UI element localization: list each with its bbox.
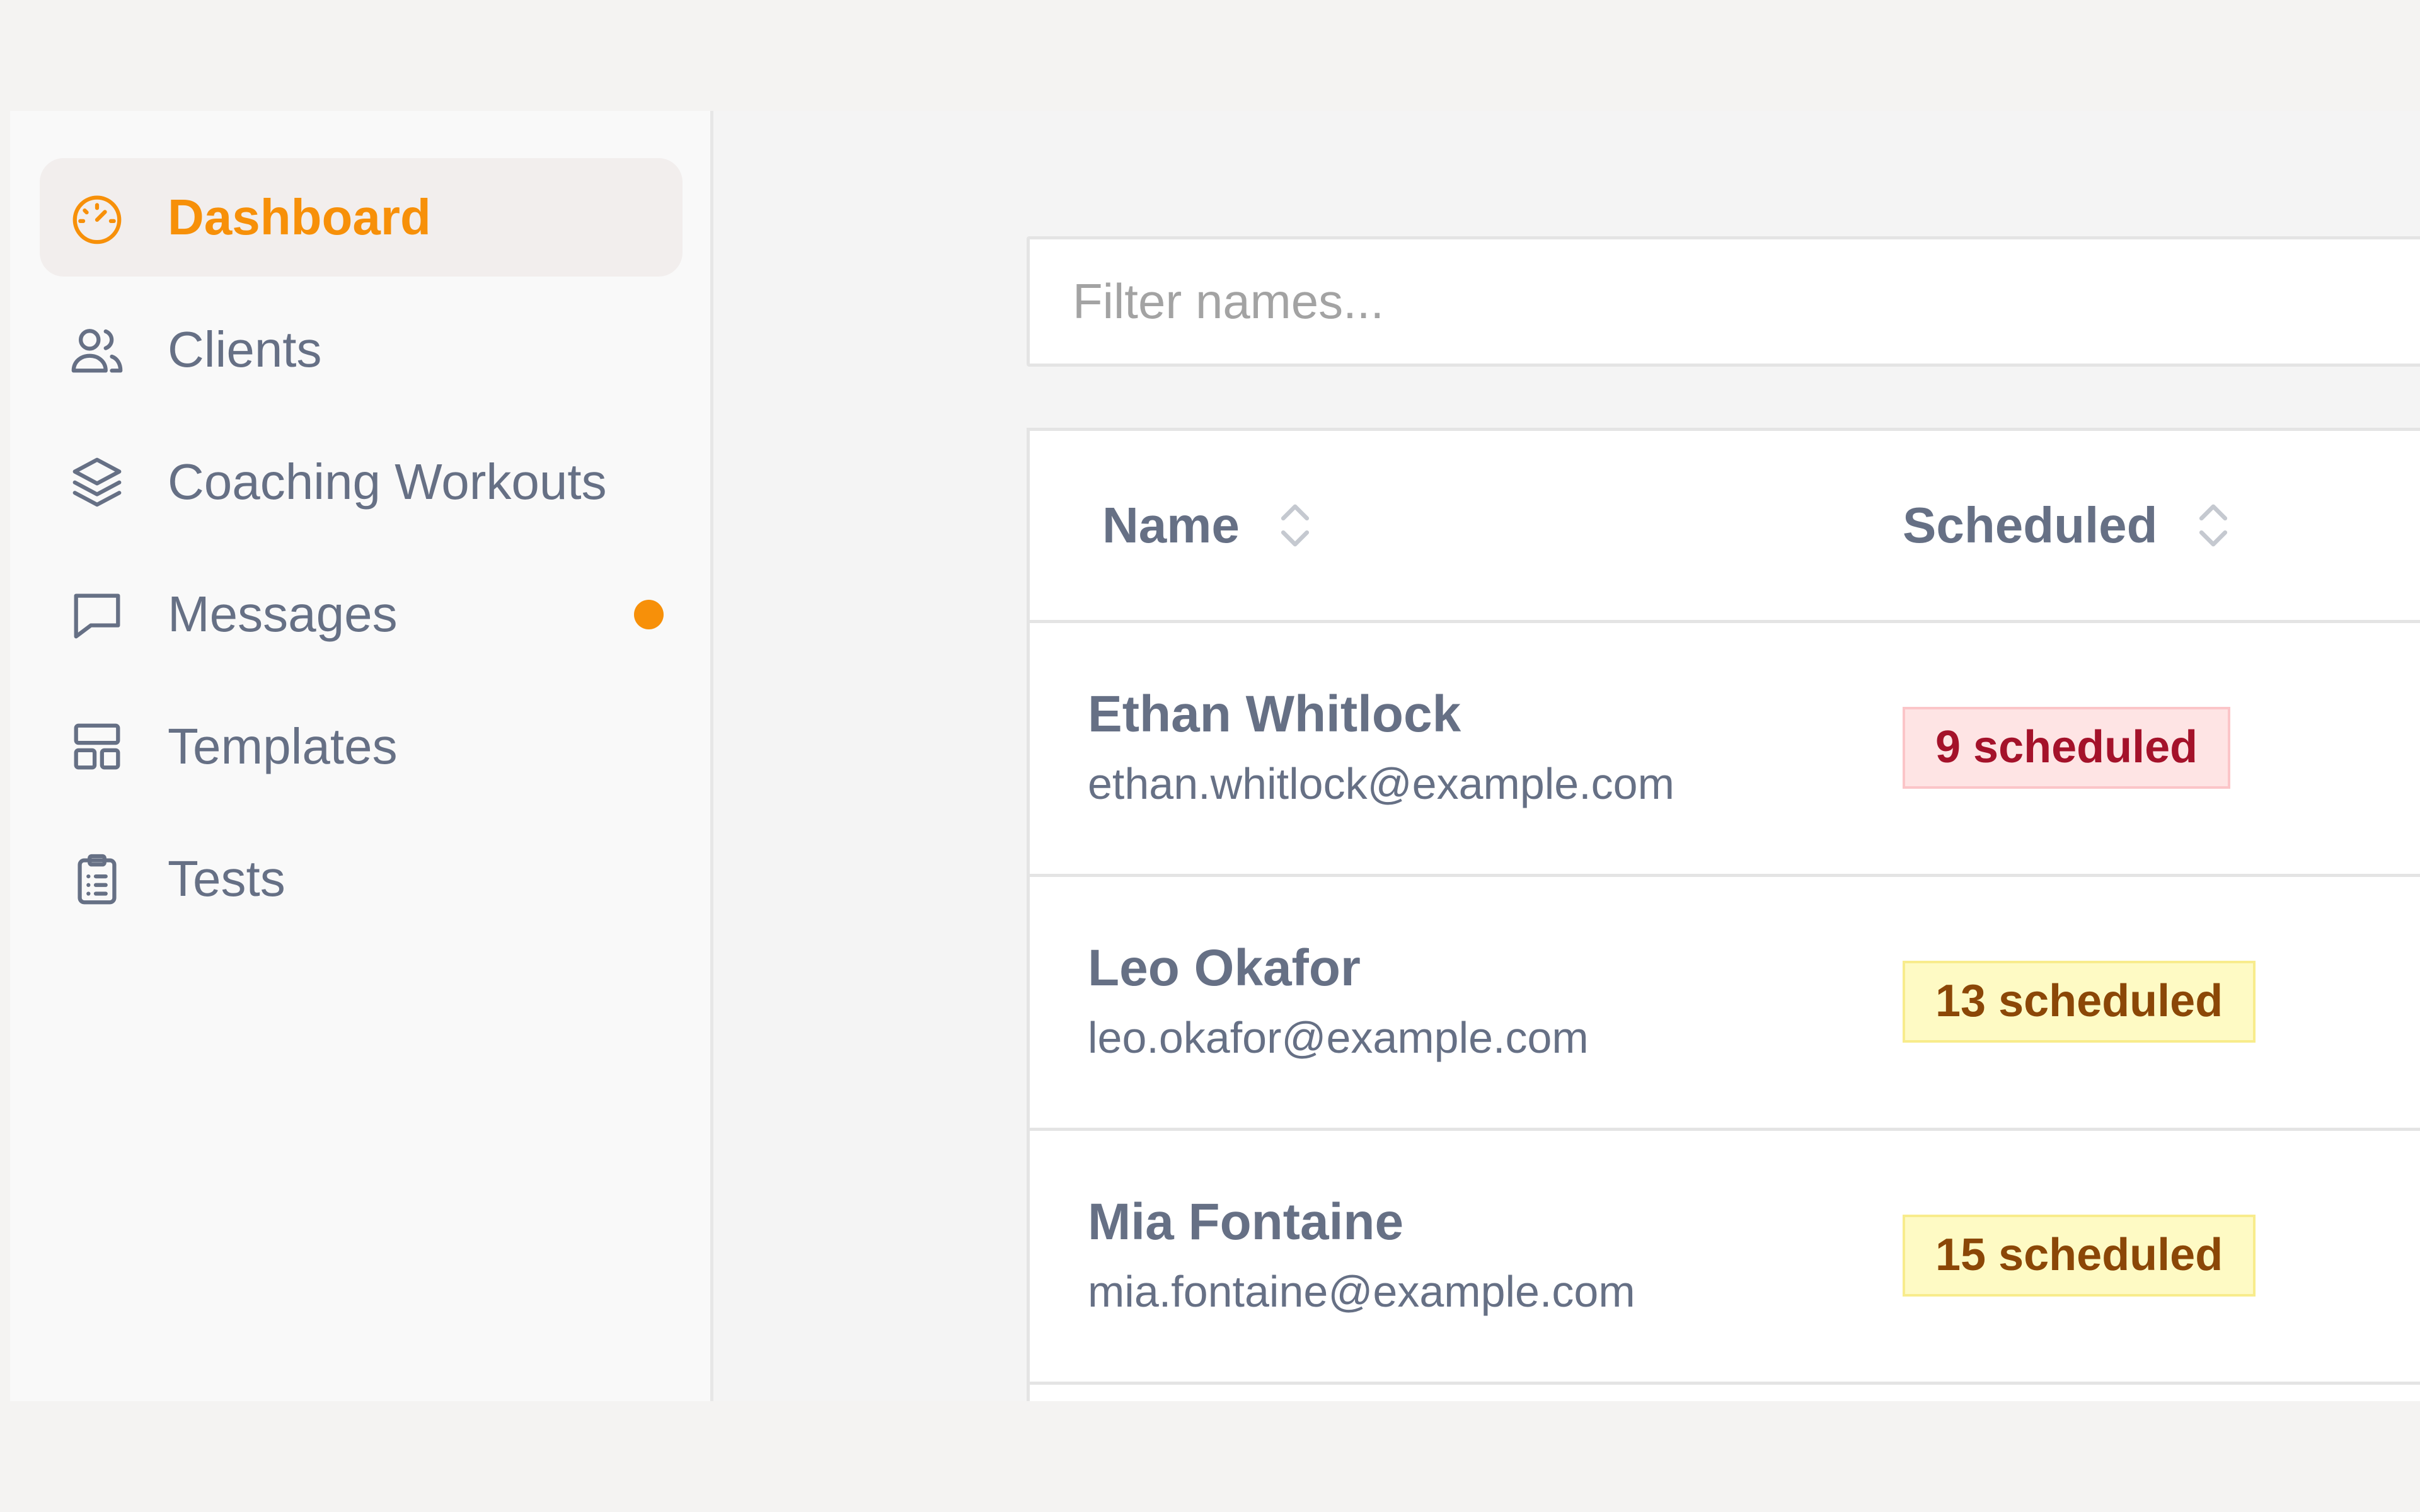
client-email: leo.okafor@example.com bbox=[1088, 1013, 1589, 1062]
scheduled-badge: 9 scheduled bbox=[1903, 707, 2231, 789]
column-header-label: Name bbox=[1102, 497, 1240, 553]
clipboard-list-icon bbox=[67, 849, 127, 908]
client-name: Leo Okafor bbox=[1088, 939, 1361, 997]
gauge-icon bbox=[67, 188, 127, 247]
sidebar-item-label: Dashboard bbox=[168, 189, 431, 245]
sidebar-item-label: Messages bbox=[168, 586, 398, 642]
table-row[interactable]: Mia Fontaine mia.fontaine@example.com 15… bbox=[1030, 1131, 2420, 1385]
client-email: mia.fontaine@example.com bbox=[1088, 1267, 1635, 1316]
sidebar-item-coaching-workouts[interactable]: Coaching Workouts bbox=[40, 423, 683, 541]
client-name: Ethan Whitlock bbox=[1088, 685, 1461, 743]
column-header-label: Scheduled bbox=[1903, 497, 2158, 553]
notification-dot bbox=[634, 600, 664, 629]
sidebar-item-dashboard[interactable]: Dashboard bbox=[40, 158, 683, 277]
sidebar-item-tests[interactable]: Tests bbox=[40, 820, 683, 938]
message-square-icon bbox=[67, 585, 127, 644]
sidebar-item-label: Tests bbox=[168, 850, 285, 907]
table-header: Name Scheduled bbox=[1030, 431, 2420, 623]
sort-icon[interactable] bbox=[2193, 497, 2233, 554]
scheduled-badge: 15 scheduled bbox=[1903, 1215, 2256, 1297]
clients-table: Name Scheduled Ethan Whitlock ethan.whit… bbox=[1027, 428, 2420, 1401]
sidebar-item-templates[interactable]: Templates bbox=[40, 687, 683, 806]
table-row[interactable]: Ethan Whitlock ethan.whitlock@example.co… bbox=[1030, 623, 2420, 877]
filter-names-input[interactable] bbox=[1027, 236, 2420, 367]
app-window: Dashboard Clients Coaching Workouts Mess… bbox=[10, 111, 2420, 1401]
column-header-name[interactable]: Name bbox=[1102, 431, 1315, 620]
client-name: Mia Fontaine bbox=[1088, 1193, 1404, 1251]
client-email: ethan.whitlock@example.com bbox=[1088, 759, 1674, 808]
table-row[interactable]: Leo Okafor leo.okafor@example.com 13 sch… bbox=[1030, 877, 2420, 1131]
sidebar: Dashboard Clients Coaching Workouts Mess… bbox=[10, 111, 713, 1401]
scheduled-badge: 13 scheduled bbox=[1903, 961, 2256, 1043]
sidebar-item-clients[interactable]: Clients bbox=[40, 290, 683, 409]
sidebar-item-label: Coaching Workouts bbox=[168, 454, 607, 510]
users-icon bbox=[67, 320, 127, 379]
sidebar-item-label: Clients bbox=[168, 321, 322, 377]
column-header-scheduled[interactable]: Scheduled bbox=[1903, 431, 2233, 620]
sidebar-item-messages[interactable]: Messages bbox=[40, 555, 683, 673]
sidebar-item-label: Templates bbox=[168, 718, 398, 774]
layers-icon bbox=[67, 452, 127, 512]
sort-icon[interactable] bbox=[1275, 497, 1315, 554]
layout-template-icon bbox=[67, 717, 127, 776]
